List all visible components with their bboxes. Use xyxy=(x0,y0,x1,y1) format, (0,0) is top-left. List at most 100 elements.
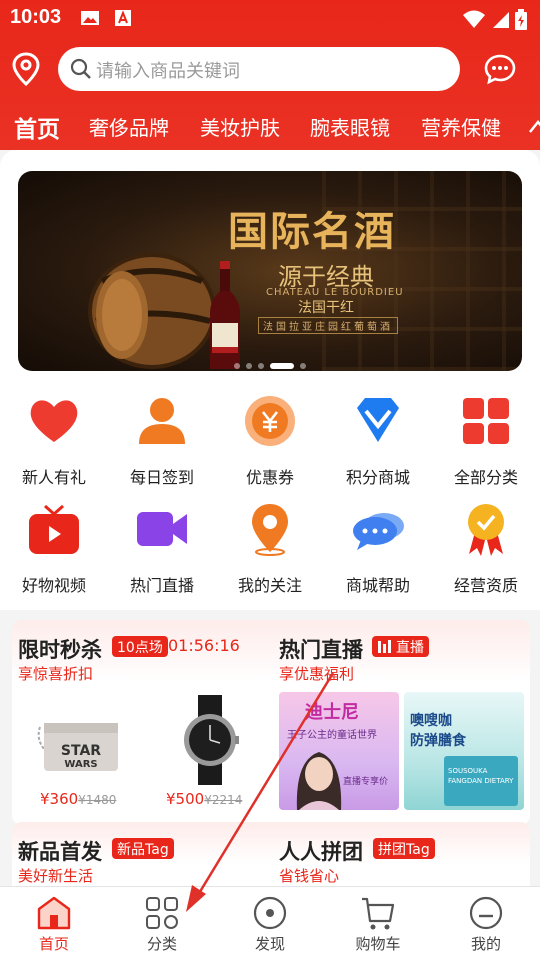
live-card-line2: SOUSOUKA FANGDAN DIETARY xyxy=(448,767,514,785)
carousel-indicator xyxy=(18,355,522,371)
message-icon[interactable] xyxy=(484,53,516,85)
category-icon xyxy=(146,897,178,929)
hot-live-tag-label: 直播 xyxy=(396,640,424,656)
svg-text:STAR: STAR xyxy=(61,743,101,759)
product-price: ¥500¥2214 xyxy=(166,790,242,808)
menu-coupons[interactable]: 优惠券 xyxy=(216,394,324,494)
tab-home[interactable]: 首页 xyxy=(14,110,60,144)
host-portrait-image xyxy=(296,752,342,810)
hot-live-subtitle: 享优惠福利 xyxy=(279,665,355,683)
live-card-art-title: 迪士尼 xyxy=(305,702,359,723)
menu-hot-live[interactable]: 热门直播 xyxy=(108,502,216,602)
tab-watches-glasses[interactable]: 腕表眼镜 xyxy=(310,112,390,141)
nav-label: 购物车 xyxy=(355,935,401,953)
new-arrivals-subtitle: 美好新生活 xyxy=(18,867,94,885)
banner-tagline: 法国拉亚庄园红葡萄酒 xyxy=(258,317,398,334)
price-current: ¥500 xyxy=(166,790,205,808)
banner-title: 国际名酒 xyxy=(228,208,396,255)
menu-my-follows[interactable]: 我的关注 xyxy=(216,502,324,602)
price-original: ¥2214 xyxy=(204,793,243,807)
heart-icon xyxy=(30,400,78,442)
menu-newcomer-gift[interactable]: 新人有礼 xyxy=(0,394,108,494)
menu-daily-checkin[interactable]: 每日签到 xyxy=(108,394,216,494)
nav-category[interactable]: 分类 xyxy=(108,887,216,960)
menu-label: 每日签到 xyxy=(129,468,194,487)
award-icon xyxy=(468,504,504,556)
carousel-dot[interactable] xyxy=(258,362,264,369)
nav-cart[interactable]: 购物车 xyxy=(324,887,432,960)
live-card-caption: 王子公主的童话世界 xyxy=(287,730,377,741)
menu-product-videos[interactable]: 好物视频 xyxy=(0,502,108,602)
tab-nutrition[interactable]: 营养保健 xyxy=(421,112,501,141)
status-bar: 10:03 xyxy=(0,0,540,38)
product-card-watch[interactable] xyxy=(180,695,240,785)
flash-sale-countdown: 01:56:16 xyxy=(168,636,240,655)
home-icon xyxy=(37,896,71,930)
flash-sale-subtitle: 享惊喜折扣 xyxy=(18,665,94,683)
video-camera-icon xyxy=(137,512,187,546)
secondary-promo-section: 新品首发 新品Tag 美好新生活 人人拼团 拼团Tag 省钱省心 xyxy=(12,822,530,892)
product-card-wallet[interactable]: STAR WARS xyxy=(32,705,122,780)
discover-icon xyxy=(253,896,287,930)
promo-section: 限时秒杀 10点场 01:56:16 享惊喜折扣 STAR WARS ¥360 ¥… xyxy=(12,620,530,825)
signal-icon xyxy=(493,12,509,28)
header: 10:03 请输入商品关键词 首页 奢侈品牌 美妆护肤 腕表眼镜 营养保健 xyxy=(0,0,540,170)
group-buy-title[interactable]: 人人拼团 xyxy=(279,836,363,866)
search-bar[interactable]: 请输入商品关键词 xyxy=(58,47,460,91)
group-buy-tag: 拼团Tag xyxy=(373,838,435,859)
wallet-product-image: STAR WARS xyxy=(37,723,118,771)
search-placeholder: 请输入商品关键词 xyxy=(96,61,240,82)
live-bars-icon xyxy=(378,640,391,653)
menu-mall-help[interactable]: 商城帮助 xyxy=(324,502,432,602)
nav-profile[interactable]: 我的 xyxy=(432,887,540,960)
image-notification-icon xyxy=(81,11,99,25)
live-card-art-title: 噢嗖咖 xyxy=(410,713,452,729)
carousel-dot-active[interactable] xyxy=(270,362,294,369)
more-categories-icon[interactable] xyxy=(528,118,540,138)
nav-label: 我的 xyxy=(470,935,501,953)
tv-icon xyxy=(29,504,79,554)
new-arrivals-tag: 新品Tag xyxy=(112,838,174,859)
tab-beauty[interactable]: 美妆护肤 xyxy=(200,112,280,141)
new-arrivals-title[interactable]: 新品首发 xyxy=(18,836,102,866)
home-panel: 国际名酒 源于经典 CHATEAU LE BOURDIEU 法国干红 法国拉亚庄… xyxy=(0,150,540,610)
live-card-sousouka[interactable]: 噢嗖咖 防弹膳食 SOUSOUKA FANGDAN DIETARY xyxy=(404,692,524,810)
flash-sale-title[interactable]: 限时秒杀 xyxy=(18,634,102,664)
cart-icon xyxy=(362,897,395,930)
menu-label: 积分商城 xyxy=(345,468,410,487)
live-card-disney[interactable]: 迪士尼 王子公主的童话世界 直播专享价 xyxy=(279,692,399,810)
carousel-dot[interactable] xyxy=(246,362,252,369)
grid-icon xyxy=(463,398,509,444)
location-icon[interactable] xyxy=(12,52,40,86)
carousel-dot[interactable] xyxy=(234,362,240,369)
menu-all-categories[interactable]: 全部分类 xyxy=(432,394,540,494)
diamond-icon xyxy=(357,398,399,442)
flash-sale-session-tag: 10点场 xyxy=(112,636,168,657)
nav-label: 分类 xyxy=(146,935,177,953)
banner-brand-cn: 法国干红 xyxy=(298,300,354,316)
hot-live-title[interactable]: 热门直播 xyxy=(279,634,363,664)
coupon-icon xyxy=(245,396,295,446)
menu-label: 商城帮助 xyxy=(345,576,410,595)
status-time: 10:03 xyxy=(10,6,62,28)
carousel-dot[interactable] xyxy=(300,362,306,369)
nav-discover[interactable]: 发现 xyxy=(216,887,324,960)
nav-home[interactable]: 首页 xyxy=(0,887,108,960)
menu-label: 经营资质 xyxy=(453,576,518,595)
main-content: 国际名酒 源于经典 CHATEAU LE BOURDIEU 法国干红 法国拉亚庄… xyxy=(0,150,540,892)
wifi-icon xyxy=(463,10,485,28)
app-notification-icon xyxy=(115,10,131,26)
live-card-line2: 直播专享价 xyxy=(343,777,389,787)
bottom-nav: 首页 分类 发现 购物车 我的 xyxy=(0,886,540,960)
menu-business-license[interactable]: 经营资质 xyxy=(432,502,540,602)
price-current: ¥360 xyxy=(40,790,79,808)
menu-points-mall[interactable]: 积分商城 xyxy=(324,394,432,494)
nav-label: 首页 xyxy=(38,935,69,953)
menu-label: 热门直播 xyxy=(129,576,194,595)
location-pin-icon xyxy=(252,504,288,556)
svg-text:WARS: WARS xyxy=(64,759,97,770)
user-icon xyxy=(139,398,185,444)
promo-banner[interactable]: 国际名酒 源于经典 CHATEAU LE BOURDIEU 法国干红 法国拉亚庄… xyxy=(18,171,522,371)
tab-luxury[interactable]: 奢侈品牌 xyxy=(89,112,169,141)
nav-label: 发现 xyxy=(254,935,285,953)
